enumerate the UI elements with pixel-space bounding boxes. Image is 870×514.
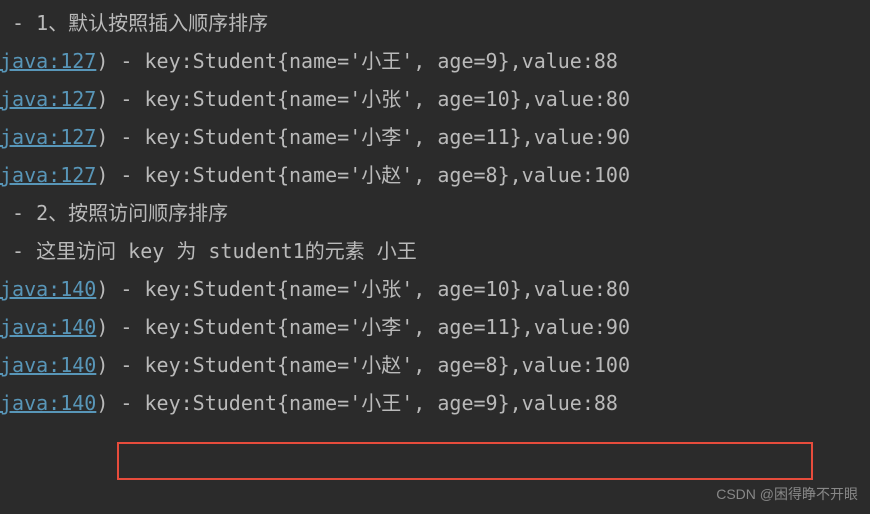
log-content: key:Student{name='小张', age=10},value:80 bbox=[145, 87, 631, 111]
console-line-log: java:140) - key:Student{name='小张', age=1… bbox=[0, 270, 870, 308]
source-link[interactable]: java:127 bbox=[0, 49, 96, 73]
log-content: key:Student{name='小李', age=11},value:90 bbox=[145, 125, 631, 149]
line-sep: ) - bbox=[96, 315, 144, 339]
line-sep: ) - bbox=[96, 125, 144, 149]
source-link[interactable]: java:140 bbox=[0, 391, 96, 415]
console-output: - 1、默认按照插入顺序排序 java:127) - key:Student{n… bbox=[0, 0, 870, 426]
console-line-log: java:140) - key:Student{name='小王', age=9… bbox=[0, 384, 870, 422]
source-link[interactable]: java:127 bbox=[0, 163, 96, 187]
highlight-annotation bbox=[117, 442, 813, 480]
line-text: 这里访问 key 为 student1的元素 小王 bbox=[36, 239, 417, 263]
log-content: key:Student{name='小李', age=11},value:90 bbox=[145, 315, 631, 339]
line-text: 2、按照访问顺序排序 bbox=[36, 201, 228, 225]
line-prefix: - bbox=[0, 239, 36, 263]
line-text: 1、默认按照插入顺序排序 bbox=[36, 11, 268, 35]
log-content: key:Student{name='小王', age=9},value:88 bbox=[145, 49, 618, 73]
console-line-log: java:127) - key:Student{name='小赵', age=8… bbox=[0, 156, 870, 194]
line-sep: ) - bbox=[96, 277, 144, 301]
line-sep: ) - bbox=[96, 391, 144, 415]
source-link[interactable]: java:127 bbox=[0, 125, 96, 149]
console-line-header: - 1、默认按照插入顺序排序 bbox=[0, 4, 870, 42]
line-prefix: - bbox=[0, 201, 36, 225]
source-link[interactable]: java:140 bbox=[0, 353, 96, 377]
log-content: key:Student{name='小赵', age=8},value:100 bbox=[145, 353, 631, 377]
line-sep: ) - bbox=[96, 87, 144, 111]
console-line-log: java:127) - key:Student{name='小张', age=1… bbox=[0, 80, 870, 118]
source-link[interactable]: java:140 bbox=[0, 277, 96, 301]
log-content: key:Student{name='小王', age=9},value:88 bbox=[145, 391, 618, 415]
log-content: key:Student{name='小赵', age=8},value:100 bbox=[145, 163, 631, 187]
watermark: CSDN @困得睁不开眼 bbox=[716, 481, 858, 508]
source-link[interactable]: java:127 bbox=[0, 87, 96, 111]
line-sep: ) - bbox=[96, 353, 144, 377]
console-line-header: - 2、按照访问顺序排序 bbox=[0, 194, 870, 232]
console-line-header: - 这里访问 key 为 student1的元素 小王 bbox=[0, 232, 870, 270]
console-line-log: java:140) - key:Student{name='小赵', age=8… bbox=[0, 346, 870, 384]
line-prefix: - bbox=[0, 11, 36, 35]
source-link[interactable]: java:140 bbox=[0, 315, 96, 339]
console-line-log: java:127) - key:Student{name='小王', age=9… bbox=[0, 42, 870, 80]
log-content: key:Student{name='小张', age=10},value:80 bbox=[145, 277, 631, 301]
line-sep: ) - bbox=[96, 49, 144, 73]
console-line-log: java:127) - key:Student{name='小李', age=1… bbox=[0, 118, 870, 156]
console-line-log: java:140) - key:Student{name='小李', age=1… bbox=[0, 308, 870, 346]
line-sep: ) - bbox=[96, 163, 144, 187]
